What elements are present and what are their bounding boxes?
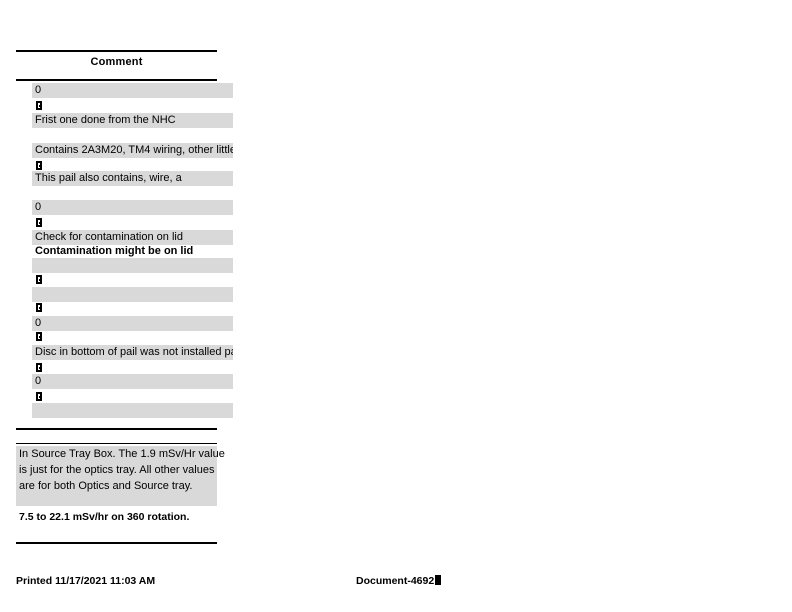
table-row [32,330,233,345]
table-row: 0 [32,374,233,389]
header-bottom-rule [16,79,217,81]
table-cell-comment: Frist one done from the NHC [35,114,176,126]
missing-glyph-box-icon [36,275,42,284]
table-cell-comment: Contains 2A3M20, TM4 wiring, other littl… [35,144,233,156]
table-row [32,99,233,114]
table-row [32,273,233,288]
footer-document-id: Document-4692 [356,573,442,589]
missing-glyph-box-icon [36,392,42,401]
table-cell-comment: Disc in bottom of pail was not installed… [35,346,233,358]
table-cell-comment: Contamination might be on lid [35,245,194,257]
missing-glyph-block-icon [435,575,442,585]
table-row: 0 [32,83,233,98]
table-row: Contains 2A3M20, TM4 wiring, other littl… [32,143,233,158]
notes-top-rule [16,428,217,430]
table-row: Check for contamination on lid [32,230,233,245]
table-cell-comment: 0 [35,84,42,96]
table-row [32,287,233,302]
notes-divider-rule [16,443,217,444]
table-row: 0 [32,316,233,331]
column-header-comment: Comment [90,56,143,68]
missing-glyph-box-icon [36,101,42,110]
table-row: Disc in bottom of pail was not installed… [32,345,233,360]
report-page: Comment 0 Frist one done from the NHC Cont… [0,0,792,612]
table-cell-comment [32,330,233,345]
table-cell-comment: This pail also contains, wire, a [35,172,182,184]
note-line: is just for the optics tray. All other v… [19,464,215,476]
table-cell-comment: 0 [35,375,42,387]
table-cell-comment [32,301,233,316]
table-row: Contamination might be on lid [32,244,233,259]
missing-glyph-box-icon [36,161,42,170]
table-cell-comment [32,99,233,114]
note-line: In Source Tray Box. The 1.9 mSv/Hr value [19,448,225,460]
missing-glyph-box-icon [36,363,42,372]
source-tray-note: In Source Tray Box. The 1.9 mSv/Hr value… [16,446,225,506]
table-cell-comment: Check for contamination on lid [35,231,183,243]
table-row [32,129,233,144]
missing-glyph-box-icon [36,218,42,227]
table-cell-comment: 0 [35,201,42,213]
table-row [32,216,233,231]
footer-printed-timestamp: Printed 11/17/2021 11:03 AM [16,575,156,587]
missing-glyph-box-icon [36,303,42,312]
rotation-dose-note: 7.5 to 22.1 mSv/hr on 360 rotation. [19,511,190,523]
table-cell-comment: 0 [35,317,42,329]
footer-document-id-text: Document-4692 [356,575,435,587]
note-spacer [16,494,217,506]
missing-glyph-box-icon [36,332,42,341]
table-bottom-rule [16,542,217,544]
table-cell-comment [32,273,233,288]
table-row: 0 [32,200,233,215]
table-cell-comment [32,216,233,231]
header-top-rule [16,50,217,52]
table-row [32,301,233,316]
page-footer: Printed 11/17/2021 11:03 AM Document-469… [0,573,792,589]
table-row [32,403,233,418]
table-row [32,258,233,273]
note-line: are for both Optics and Source tray. [19,480,193,492]
table-row: This pail also contains, wire, a [32,171,233,186]
table-row: Frist one done from the NHC [32,113,233,128]
